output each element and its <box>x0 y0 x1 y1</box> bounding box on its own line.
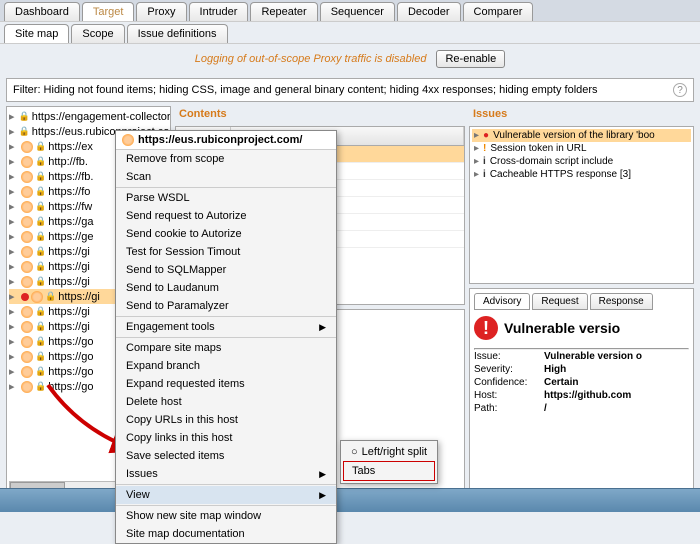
menu-item-engagement-tools[interactable]: Engagement tools▶ <box>116 318 336 336</box>
tree-item[interactable]: ▸🔒https://engagement-collector. <box>9 109 168 124</box>
tab-request[interactable]: Request <box>532 293 587 310</box>
globe-icon <box>21 381 33 393</box>
issue-item[interactable]: ▸iCross-domain script include <box>472 155 691 168</box>
menu-item-send-request-to-autorize[interactable]: Send request to Autorize <box>116 207 336 225</box>
menu-item-send-to-paramalyzer[interactable]: Send to Paramalyzer <box>116 297 336 315</box>
menu-item-view[interactable]: View▶ <box>116 486 336 504</box>
issue-item[interactable]: ▸●Vulnerable version of the library 'boo <box>472 129 691 142</box>
menu-item-site-map-documentation[interactable]: Site map documentation <box>116 525 336 543</box>
submenu-item-tabs[interactable]: Tabs <box>343 461 435 481</box>
issues-header: Issues <box>469 106 694 122</box>
tab-advisory[interactable]: Advisory <box>474 293 530 310</box>
severity-icon: ! <box>474 316 498 340</box>
advisory-row: Issue:Vulnerable version o <box>474 350 689 363</box>
reenable-button[interactable]: Re-enable <box>436 50 505 68</box>
subtab-scope[interactable]: Scope <box>71 24 124 43</box>
advisory-row: Severity:High <box>474 363 689 376</box>
advisory-row: Host:https://github.com <box>474 389 689 402</box>
menu-item-scan[interactable]: Scan <box>116 168 336 186</box>
menu-item-copy-links-in-this-host[interactable]: Copy links in this host <box>116 429 336 447</box>
globe-icon <box>21 231 33 243</box>
tab-intruder[interactable]: Intruder <box>189 2 249 21</box>
menu-item-send-to-laudanum[interactable]: Send to Laudanum <box>116 279 336 297</box>
globe-icon <box>21 216 33 228</box>
subtab-issue-definitions[interactable]: Issue definitions <box>127 24 228 43</box>
globe-icon <box>21 201 33 213</box>
advisory-row: Confidence:Certain <box>474 376 689 389</box>
main-area: ▸🔒https://engagement-collector.▸🔒https:/… <box>0 106 700 496</box>
advisory-title: Vulnerable versio <box>504 320 620 336</box>
menu-item-show-new-site-map-window[interactable]: Show new site map window <box>116 507 336 525</box>
menu-item-remove-from-scope[interactable]: Remove from scope <box>116 150 336 168</box>
globe-icon <box>21 156 33 168</box>
menu-item-copy-urls-in-this-host[interactable]: Copy URLs in this host <box>116 411 336 429</box>
menu-item-parse-wsdl[interactable]: Parse WSDL <box>116 189 336 207</box>
menu-item-expand-branch[interactable]: Expand branch <box>116 357 336 375</box>
globe-icon <box>21 141 33 153</box>
tab-target[interactable]: Target <box>82 2 135 21</box>
menu-item-compare-site-maps[interactable]: Compare site maps <box>116 339 336 357</box>
tab-decoder[interactable]: Decoder <box>397 2 461 21</box>
globe-icon <box>21 246 33 258</box>
globe-icon <box>21 351 33 363</box>
issues-list[interactable]: ▸●Vulnerable version of the library 'boo… <box>469 126 694 284</box>
globe-icon <box>21 321 33 333</box>
menu-item-save-selected-items[interactable]: Save selected items <box>116 447 336 465</box>
filter-text: Filter: Hiding not found items; hiding C… <box>13 84 598 96</box>
subtab-site-map[interactable]: Site map <box>4 24 69 43</box>
tab-comparer[interactable]: Comparer <box>463 2 534 21</box>
globe-icon <box>21 366 33 378</box>
banner-text: Logging of out-of-scope Proxy traffic is… <box>195 53 427 65</box>
menu-item-issues[interactable]: Issues▶ <box>116 465 336 483</box>
main-tabs: DashboardTargetProxyIntruderRepeaterSequ… <box>0 0 700 21</box>
help-icon[interactable]: ? <box>673 83 687 97</box>
tab-proxy[interactable]: Proxy <box>136 2 186 21</box>
menu-item-send-to-sqlmapper[interactable]: Send to SQLMapper <box>116 261 336 279</box>
taskbar <box>0 488 700 512</box>
advisory-row: Path:/ <box>474 402 689 415</box>
issue-item[interactable]: ▸!Session token in URL <box>472 142 691 155</box>
context-menu-header: https://eus.rubiconproject.com/ <box>116 131 336 150</box>
globe-icon <box>21 336 33 348</box>
menu-item-test-for-session-timout[interactable]: Test for Session Timout <box>116 243 336 261</box>
menu-item-send-cookie-to-autorize[interactable]: Send cookie to Autorize <box>116 225 336 243</box>
globe-icon <box>31 291 43 303</box>
globe-icon <box>21 276 33 288</box>
filter-bar[interactable]: Filter: Hiding not found items; hiding C… <box>6 78 694 102</box>
menu-item-delete-host[interactable]: Delete host <box>116 393 336 411</box>
right-column: Issues ▸●Vulnerable version of the libra… <box>469 106 694 496</box>
context-menu[interactable]: https://eus.rubiconproject.com/ Remove f… <box>115 130 337 544</box>
globe-icon <box>21 261 33 273</box>
tab-repeater[interactable]: Repeater <box>250 2 317 21</box>
scope-banner: Logging of out-of-scope Proxy traffic is… <box>0 43 700 74</box>
advisory-panel: Advisory Request Response ! Vulnerable v… <box>469 288 694 496</box>
tab-sequencer[interactable]: Sequencer <box>320 2 395 21</box>
contents-header: Contents <box>175 106 465 122</box>
submenu-item-left-right-split[interactable]: ○Left/right split <box>343 443 435 461</box>
sub-tabs: Site mapScopeIssue definitions <box>0 21 700 43</box>
globe-icon <box>21 306 33 318</box>
tab-dashboard[interactable]: Dashboard <box>4 2 80 21</box>
issue-item[interactable]: ▸iCacheable HTTPS response [3] <box>472 168 691 181</box>
globe-icon <box>21 171 33 183</box>
tab-response[interactable]: Response <box>590 293 653 310</box>
globe-icon <box>21 186 33 198</box>
view-submenu[interactable]: ○Left/right splitTabs <box>340 440 438 484</box>
menu-item-expand-requested-items[interactable]: Expand requested items <box>116 375 336 393</box>
globe-icon <box>122 134 134 146</box>
